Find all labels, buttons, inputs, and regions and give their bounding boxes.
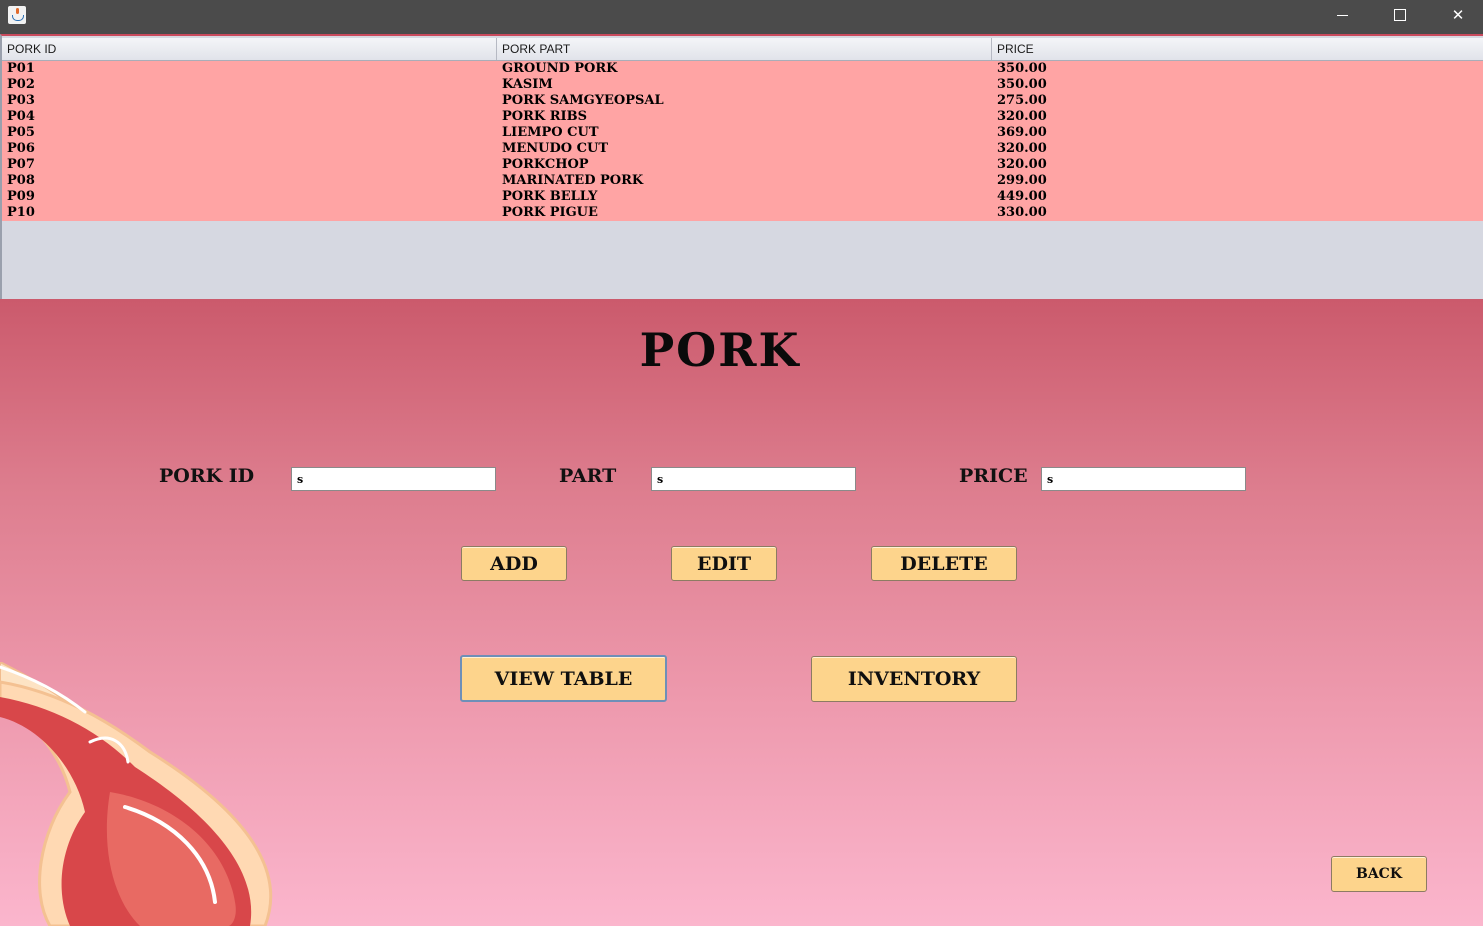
delete-button[interactable]: DELETE — [871, 546, 1017, 581]
title-bar: ✕ — [0, 0, 1483, 34]
cell-price: 449.00 — [997, 189, 1047, 204]
cell-pork-part: MENUDO CUT — [502, 141, 608, 156]
cell-pork-id: P10 — [7, 205, 35, 220]
table-row[interactable]: P10 PORK PIGUE 330.00 — [2, 205, 1483, 221]
java-app-icon — [8, 6, 26, 24]
price-input[interactable] — [1041, 467, 1246, 491]
minimize-button[interactable] — [1313, 0, 1371, 30]
cell-pork-id: P05 — [7, 125, 35, 140]
table-row[interactable]: P02 KASIM 350.00 — [2, 77, 1483, 93]
cell-pork-id: P07 — [7, 157, 35, 172]
cell-pork-id: P06 — [7, 141, 35, 156]
table-row[interactable]: P06 MENUDO CUT 320.00 — [2, 141, 1483, 157]
table-row[interactable]: P05 LIEMPO CUT 369.00 — [2, 125, 1483, 141]
table-row[interactable]: P01 GROUND PORK 350.00 — [2, 61, 1483, 77]
cell-pork-part: PORKCHOP — [502, 157, 589, 172]
cell-pork-part: GROUND PORK — [502, 61, 618, 76]
table-row[interactable]: P04 PORK RIBS 320.00 — [2, 109, 1483, 125]
cell-price: 350.00 — [997, 61, 1047, 76]
column-header-pork-id[interactable]: PORK ID — [2, 38, 497, 60]
price-label: PRICE — [959, 465, 1028, 487]
inventory-button[interactable]: INVENTORY — [811, 656, 1017, 702]
page-title: PORK — [639, 323, 801, 377]
close-icon: ✕ — [1451, 6, 1465, 24]
cell-pork-part: PORK PIGUE — [502, 205, 598, 220]
cell-pork-id: P04 — [7, 109, 35, 124]
edit-button[interactable]: EDIT — [671, 546, 777, 581]
cell-pork-part: LIEMPO CUT — [502, 125, 599, 140]
meat-illustration — [0, 662, 273, 926]
cell-price: 320.00 — [997, 141, 1047, 156]
table-row[interactable]: P03 PORK SAMGYEOPSAL 275.00 — [2, 93, 1483, 109]
cell-price: 299.00 — [997, 173, 1047, 188]
table-row[interactable]: P09 PORK BELLY 449.00 — [2, 189, 1483, 205]
cell-pork-part: PORK SAMGYEOPSAL — [502, 93, 664, 108]
column-header-price[interactable]: PRICE — [992, 38, 1483, 60]
part-label: PART — [559, 465, 617, 487]
column-header-pork-part[interactable]: PORK PART — [497, 38, 992, 60]
table-header: PORK ID PORK PART PRICE — [2, 38, 1483, 61]
part-input[interactable] — [651, 467, 856, 491]
pork-id-input[interactable] — [291, 467, 496, 491]
cell-price: 320.00 — [997, 109, 1047, 124]
cell-pork-id: P01 — [7, 61, 35, 76]
cell-price: 350.00 — [997, 77, 1047, 92]
cell-pork-id: P08 — [7, 173, 35, 188]
pork-table[interactable]: PORK ID PORK PART PRICE P01 GROUND PORK 35… — [0, 34, 1483, 299]
close-button[interactable]: ✕ — [1429, 0, 1483, 30]
table-row[interactable]: P08 MARINATED PORK 299.00 — [2, 173, 1483, 189]
view-table-button[interactable]: VIEW TABLE — [460, 655, 667, 702]
cell-pork-part: MARINATED PORK — [502, 173, 644, 188]
cell-price: 275.00 — [997, 93, 1047, 108]
add-button[interactable]: ADD — [461, 546, 567, 581]
cell-price: 330.00 — [997, 205, 1047, 220]
main-panel: PORK PORK ID PART PRICE ADD EDIT DELETE … — [0, 299, 1483, 926]
cell-pork-part: KASIM — [502, 77, 553, 92]
cell-pork-id: P02 — [7, 77, 35, 92]
cell-pork-part: PORK RIBS — [502, 109, 587, 124]
cell-pork-part: PORK BELLY — [502, 189, 598, 204]
minimize-icon — [1336, 14, 1348, 16]
maximize-button[interactable] — [1371, 0, 1429, 30]
table-row[interactable]: P07 PORKCHOP 320.00 — [2, 157, 1483, 173]
pork-id-label: PORK ID — [159, 465, 255, 487]
cell-price: 369.00 — [997, 125, 1047, 140]
maximize-icon — [1394, 9, 1406, 21]
back-button[interactable]: BACK — [1331, 856, 1427, 892]
cell-price: 320.00 — [997, 157, 1047, 172]
cell-pork-id: P09 — [7, 189, 35, 204]
cell-pork-id: P03 — [7, 93, 35, 108]
table-body: P01 GROUND PORK 350.00 P02 KASIM 350.00 P03 POR… — [2, 61, 1483, 221]
